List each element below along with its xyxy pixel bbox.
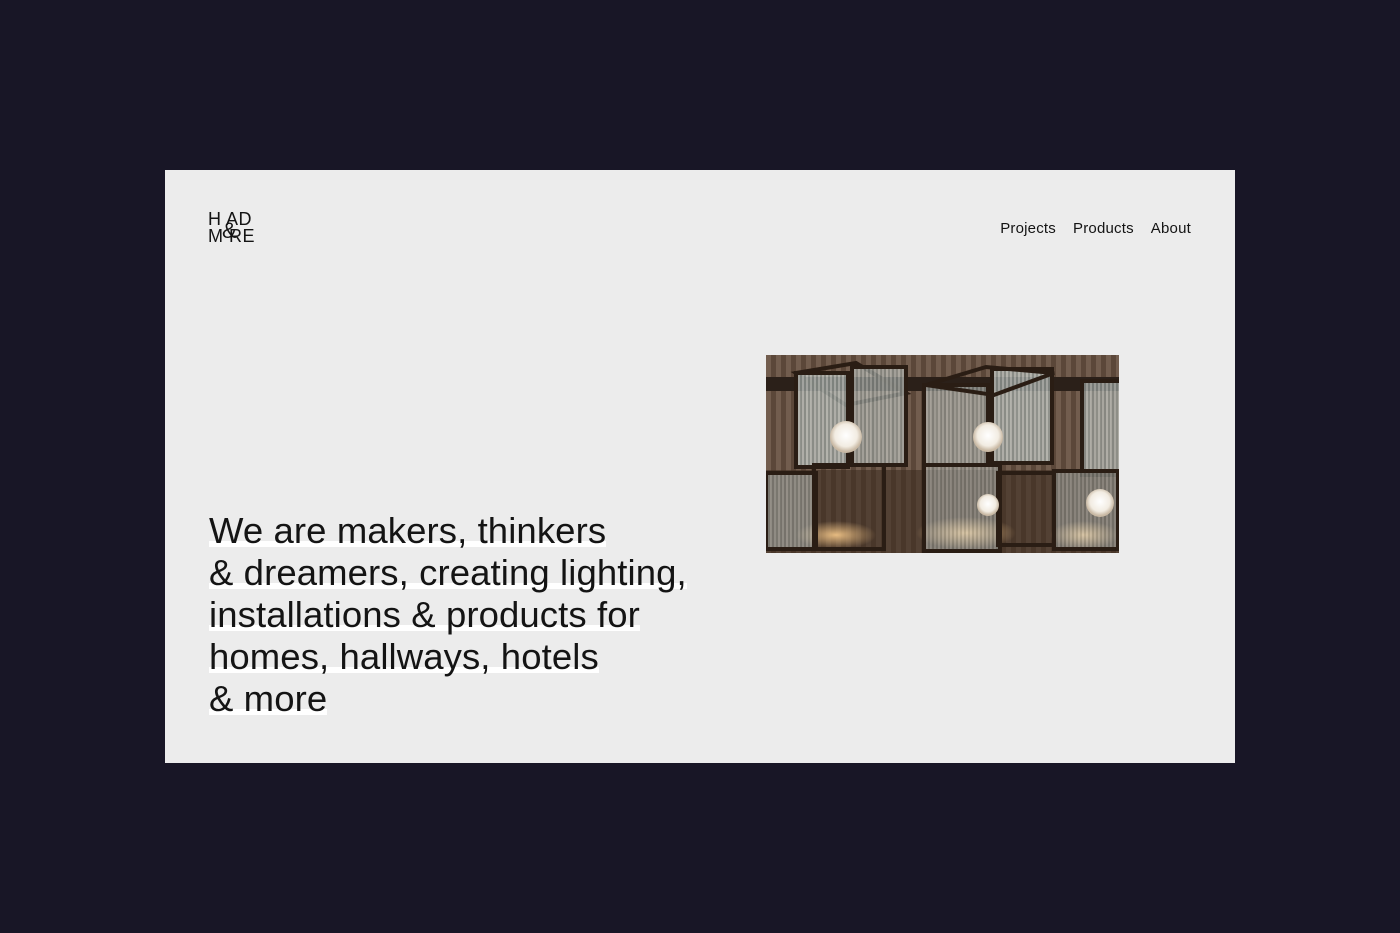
hero-line-4: homes, hallways, hotels	[209, 636, 599, 677]
logo-line-2: M RE	[208, 226, 255, 246]
hero-line-2: & dreamers, creating lighting,	[209, 552, 687, 593]
page-card: H AD M RE & Projects Products About We a…	[165, 170, 1235, 763]
logo-ampersand: &	[222, 218, 237, 243]
main-nav: Projects Products About	[1000, 220, 1191, 237]
hero-line-1: We are makers, thinkers	[209, 510, 607, 551]
nav-link-projects[interactable]: Projects	[1000, 220, 1056, 237]
head-and-more-logo[interactable]: H AD M RE &	[208, 210, 278, 251]
nav-link-products[interactable]: Products	[1073, 220, 1134, 237]
hero-line-3: installations & products for	[209, 594, 640, 635]
hero-headline: We are makers, thinkers & dreamers, crea…	[209, 510, 769, 720]
lanterns-photo	[766, 355, 1119, 553]
hero-image	[766, 355, 1119, 553]
nav-link-about[interactable]: About	[1151, 220, 1191, 237]
hero-line-5: & more	[209, 678, 328, 719]
